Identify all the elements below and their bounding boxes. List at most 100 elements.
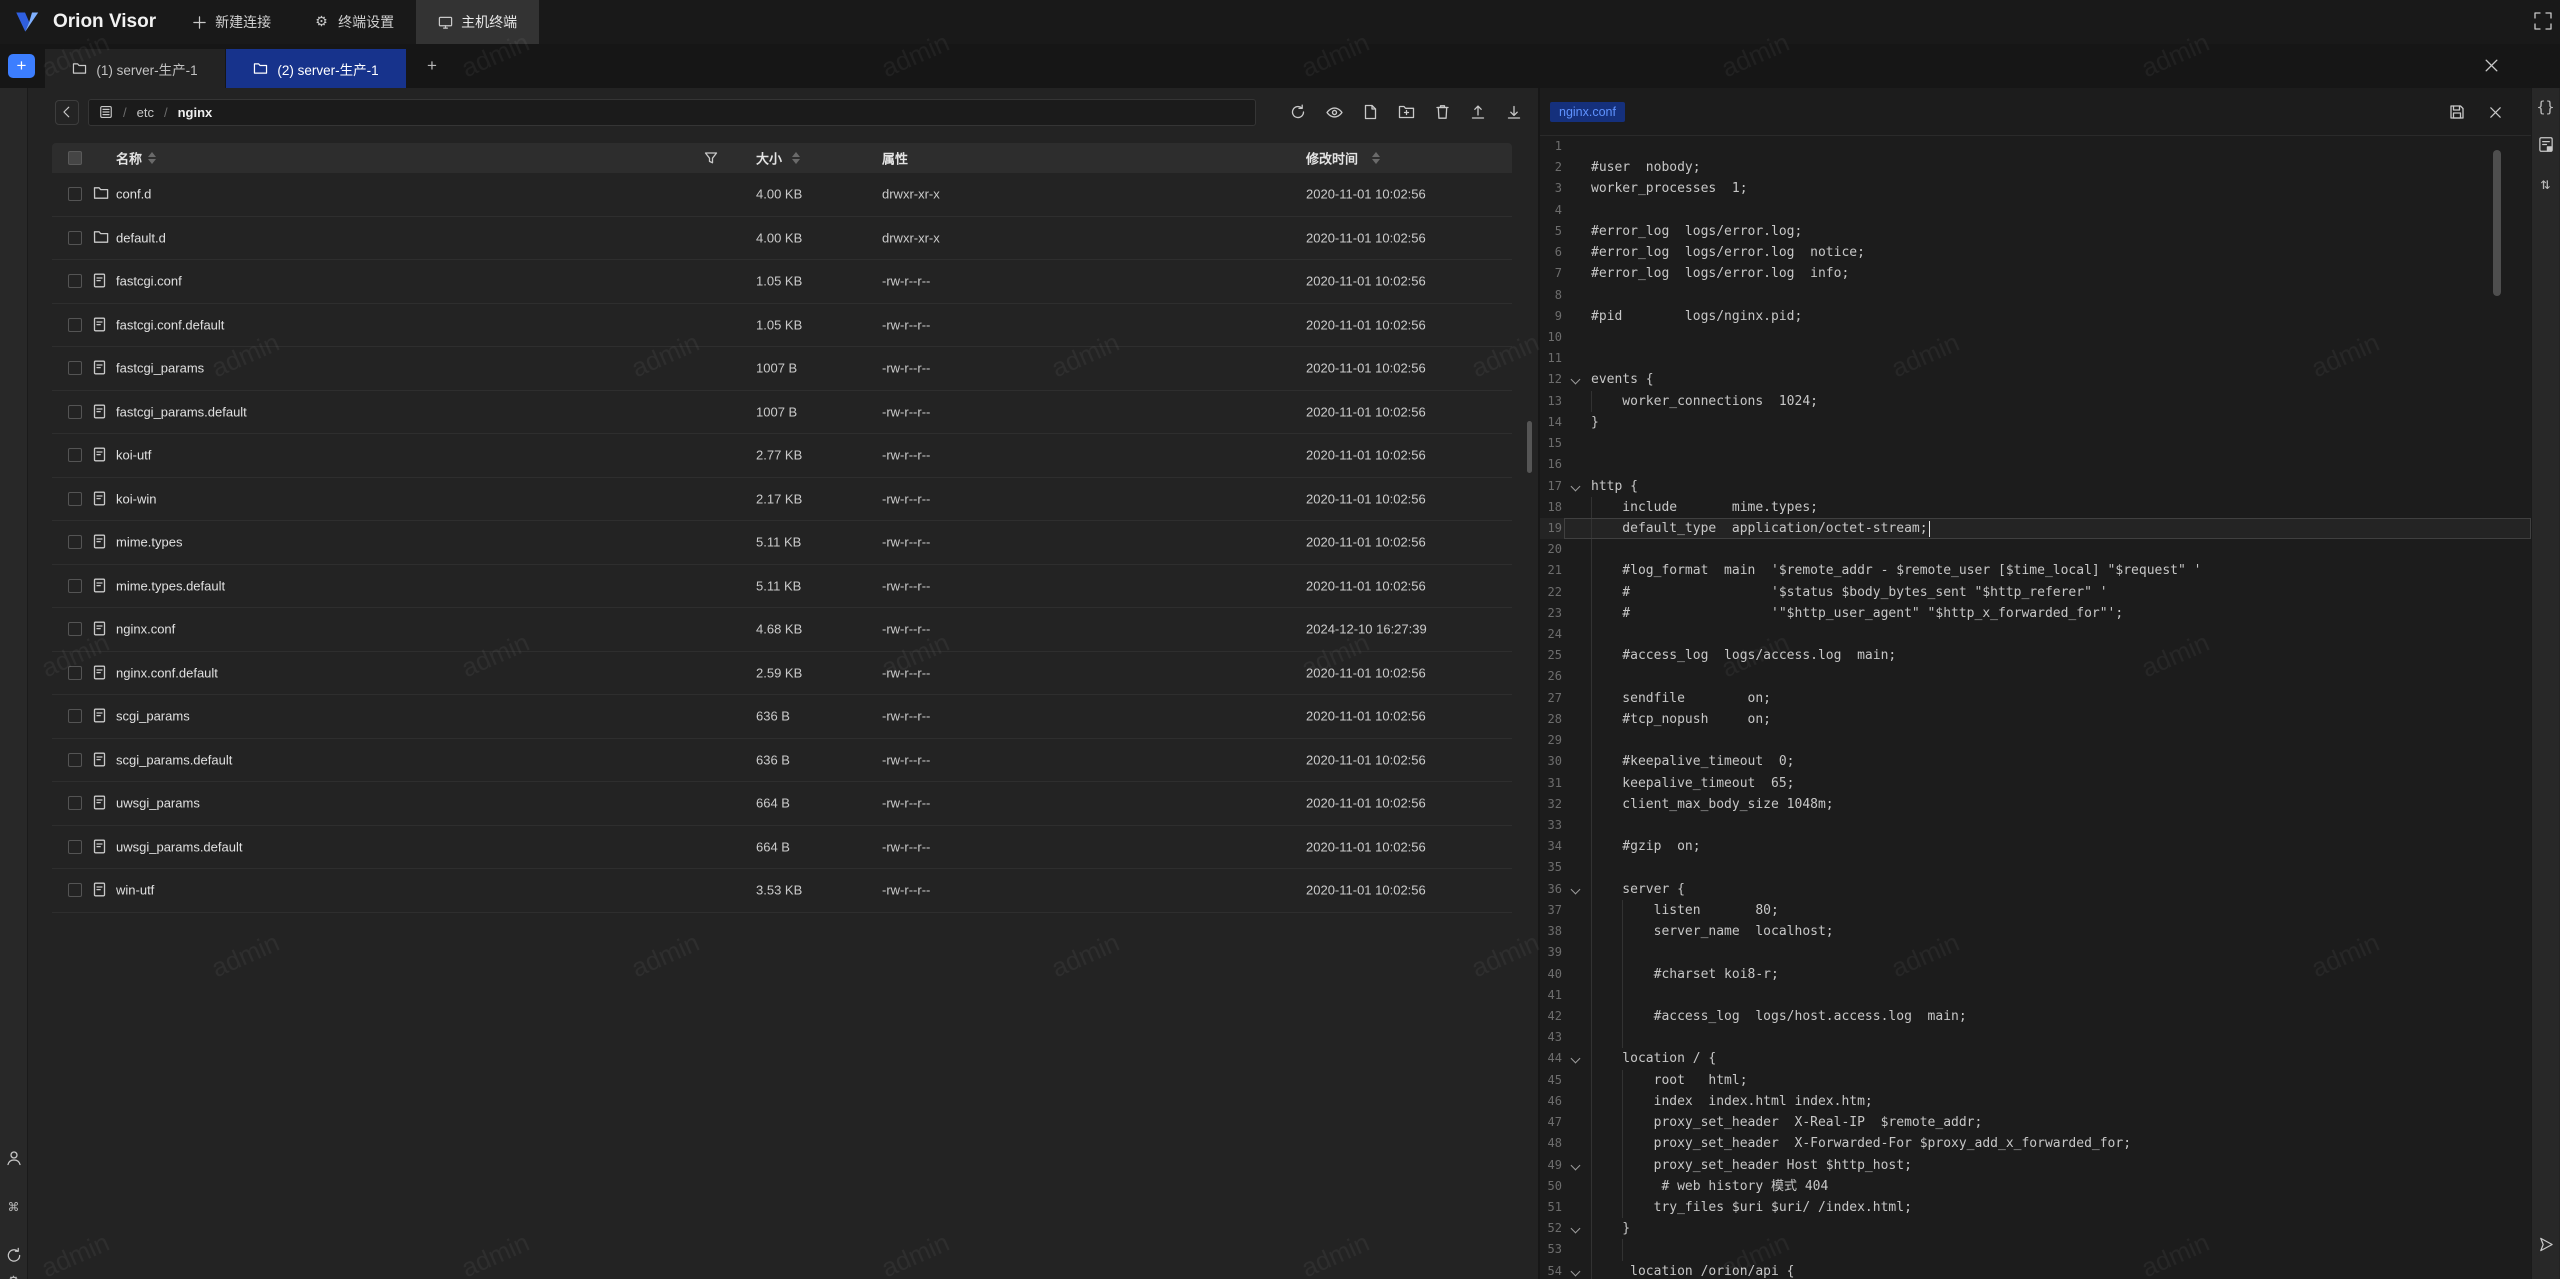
code-line[interactable]: 2#user nobody; [1540, 157, 2531, 178]
row-checkbox[interactable] [68, 622, 82, 636]
code-line[interactable]: 42 #access_log logs/host.access.log main… [1540, 1006, 2531, 1027]
preview-eye-icon[interactable] [1320, 98, 1348, 126]
file-name[interactable]: scgi_params.default [116, 752, 232, 767]
code-line[interactable]: 29 [1540, 730, 2531, 751]
file-name[interactable]: scgi_params [116, 709, 190, 724]
code-line[interactable]: 48 proxy_set_header X-Forwarded-For $pro… [1540, 1133, 2531, 1154]
add-tab-button[interactable]: + [427, 56, 437, 76]
row-checkbox[interactable] [68, 405, 82, 419]
sort-arrows-icon[interactable]: ⇅ [2541, 174, 2551, 193]
code-line[interactable]: 38 server_name localhost; [1540, 921, 2531, 942]
editor-scrollbar-thumb[interactable] [2493, 150, 2501, 296]
row-checkbox[interactable] [68, 448, 82, 462]
table-row[interactable]: fastcgi.conf.default1.05 KB-rw-r--r--202… [52, 304, 1512, 348]
tab-server-1[interactable]: (1) server-生产-1 [45, 49, 226, 88]
file-name[interactable]: uwsgi_params [116, 796, 200, 811]
menu-host-terminal[interactable]: 主机终端 [416, 0, 539, 44]
upload-icon[interactable] [1464, 98, 1492, 126]
code-line[interactable]: 20 [1540, 539, 2531, 560]
editor-file-tab[interactable]: nginx.conf [1550, 102, 1625, 122]
code-line[interactable]: 47 proxy_set_header X-Real-IP $remote_ad… [1540, 1112, 2531, 1133]
code-line[interactable]: 10 [1540, 327, 2531, 348]
panel-resize-handle[interactable] [1527, 421, 1532, 473]
send-icon[interactable] [2537, 1236, 2554, 1253]
table-row[interactable]: fastcgi_params1007 B-rw-r--r--2020-11-01… [52, 347, 1512, 391]
file-name[interactable]: uwsgi_params.default [116, 839, 242, 854]
row-checkbox[interactable] [68, 187, 82, 201]
code-line[interactable]: 50 # web history 模式 404 [1540, 1176, 2531, 1197]
table-row[interactable]: scgi_params636 B-rw-r--r--2020-11-01 10:… [52, 695, 1512, 739]
code-line[interactable]: 54 location /orion/api { [1540, 1261, 2531, 1279]
row-checkbox[interactable] [68, 579, 82, 593]
code-line[interactable]: 27 sendfile on; [1540, 688, 2531, 709]
download-icon[interactable] [1500, 98, 1528, 126]
code-line[interactable]: 19 default_type application/octet-stream… [1540, 518, 2531, 539]
doc-bookmark-icon[interactable] [2537, 136, 2554, 153]
code-line[interactable]: 5#error_log logs/error.log; [1540, 221, 2531, 242]
code-line[interactable]: 46 index index.html index.htm; [1540, 1091, 2531, 1112]
user-icon[interactable] [5, 1149, 23, 1167]
new-file-icon[interactable] [1356, 98, 1384, 126]
file-name[interactable]: mime.types.default [116, 578, 225, 593]
sort-name-icon[interactable] [148, 152, 156, 164]
code-line[interactable]: 31 keepalive_timeout 65; [1540, 773, 2531, 794]
menu-new-connection[interactable]: 新建连接 [170, 0, 293, 44]
sort-mtime-icon[interactable] [1372, 152, 1380, 164]
new-folder-icon[interactable] [1392, 98, 1420, 126]
breadcrumb[interactable]: / etc / nginx [88, 99, 1256, 126]
code-line[interactable]: 21 #log_format main '$remote_addr - $rem… [1540, 560, 2531, 581]
file-name[interactable]: fastcgi.conf [116, 274, 182, 289]
table-row[interactable]: scgi_params.default636 B-rw-r--r--2020-1… [52, 739, 1512, 783]
row-checkbox[interactable] [68, 535, 82, 549]
code-line[interactable]: 40 #charset koi8-r; [1540, 964, 2531, 985]
code-line[interactable]: 51 try_files $uri $uri/ /index.html; [1540, 1197, 2531, 1218]
row-checkbox[interactable] [68, 796, 82, 810]
braces-icon[interactable]: {} [2536, 98, 2554, 116]
fold-chevron-icon[interactable] [1570, 375, 1580, 385]
code-line[interactable]: 1 [1540, 136, 2531, 157]
code-line[interactable]: 34 #gzip on; [1540, 836, 2531, 857]
code-line[interactable]: 52 } [1540, 1218, 2531, 1239]
row-checkbox[interactable] [68, 666, 82, 680]
breadcrumb-segment-current[interactable]: nginx [178, 105, 213, 120]
code-line[interactable]: 49 proxy_set_header Host $http_host; [1540, 1155, 2531, 1176]
row-checkbox[interactable] [68, 753, 82, 767]
row-checkbox[interactable] [68, 709, 82, 723]
code-line[interactable]: 14} [1540, 412, 2531, 433]
new-connection-button[interactable]: + [8, 54, 35, 78]
code-line[interactable]: 4 [1540, 200, 2531, 221]
table-row[interactable]: mime.types5.11 KB-rw-r--r--2020-11-01 10… [52, 521, 1512, 565]
file-name[interactable]: win-utf [116, 883, 154, 898]
file-name[interactable]: nginx.conf.default [116, 665, 218, 680]
file-name[interactable]: fastcgi.conf.default [116, 317, 224, 332]
fullscreen-icon[interactable] [2532, 10, 2554, 32]
code-line[interactable]: 30 #keepalive_timeout 0; [1540, 751, 2531, 772]
command-icon[interactable]: ⌘ [8, 1198, 18, 1218]
file-name[interactable]: fastcgi_params [116, 361, 204, 376]
close-panel-icon[interactable] [2483, 57, 2500, 74]
close-icon[interactable] [2485, 102, 2505, 122]
fold-chevron-icon[interactable] [1570, 1160, 1580, 1170]
code-line[interactable]: 24 [1540, 624, 2531, 645]
fold-chevron-icon[interactable] [1570, 1054, 1580, 1064]
code-line[interactable]: 44 location / { [1540, 1048, 2531, 1069]
table-row[interactable]: nginx.conf.default2.59 KB-rw-r--r--2020-… [52, 652, 1512, 696]
code-line[interactable]: 23 # '"$http_user_agent" "$http_x_forwar… [1540, 603, 2531, 624]
code-line[interactable]: 18 include mime.types; [1540, 497, 2531, 518]
table-row[interactable]: nginx.conf4.68 KB-rw-r--r--2024-12-10 16… [52, 608, 1512, 652]
file-name[interactable]: nginx.conf [116, 622, 175, 637]
row-checkbox[interactable] [68, 231, 82, 245]
file-name[interactable]: default.d [116, 230, 166, 245]
row-checkbox[interactable] [68, 883, 82, 897]
code-line[interactable]: 22 # '$status $body_bytes_sent "$http_re… [1540, 582, 2531, 603]
file-name[interactable]: mime.types [116, 535, 182, 550]
table-row[interactable]: mime.types.default5.11 KB-rw-r--r--2020-… [52, 565, 1512, 609]
menu-terminal-settings[interactable]: ⚙ 终端设置 [293, 0, 416, 44]
code-line[interactable]: 25 #access_log logs/access.log main; [1540, 645, 2531, 666]
save-icon[interactable] [2447, 102, 2467, 122]
code-line[interactable]: 3worker_processes 1; [1540, 178, 2531, 199]
fold-chevron-icon[interactable] [1570, 1266, 1580, 1276]
code-line[interactable]: 45 root html; [1540, 1070, 2531, 1091]
code-line[interactable]: 36 server { [1540, 879, 2531, 900]
code-line[interactable]: 11 [1540, 348, 2531, 369]
